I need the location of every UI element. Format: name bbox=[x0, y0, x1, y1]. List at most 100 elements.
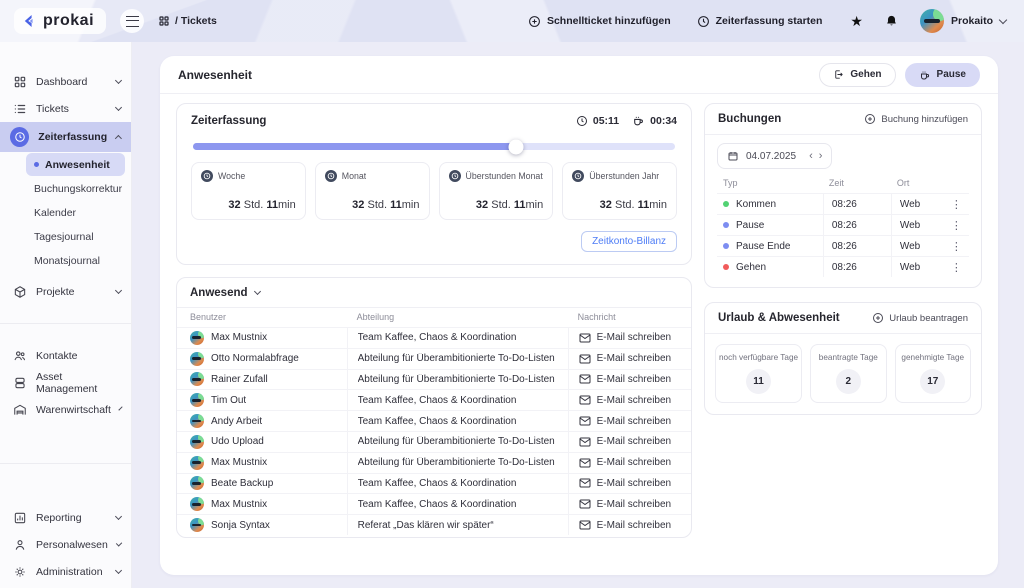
hamburger-icon bbox=[126, 16, 139, 27]
email-link[interactable]: E-Mail schreiben bbox=[579, 353, 671, 364]
envelope-icon bbox=[579, 437, 591, 447]
chevron-down-icon[interactable] bbox=[253, 288, 260, 295]
email-link[interactable]: E-Mail schreiben bbox=[579, 457, 671, 468]
table-row: Max Mustnix Team Kaffee, Chaos & Koordin… bbox=[177, 493, 691, 514]
sidebar-subitem-anwesenheit[interactable]: Anwesenheit bbox=[26, 153, 125, 176]
email-link[interactable]: E-Mail schreiben bbox=[579, 332, 671, 343]
exit-door-icon bbox=[833, 69, 844, 80]
buchung-ort: Web bbox=[891, 215, 944, 235]
row-menu-icon[interactable]: ⋮ bbox=[944, 240, 969, 253]
chevron-down-icon bbox=[115, 103, 122, 110]
sidebar-item-dashboard[interactable]: Dashboard bbox=[0, 68, 131, 95]
prev-day-icon[interactable]: ‹ bbox=[809, 151, 813, 162]
clock-icon bbox=[325, 170, 337, 182]
urlaub-stat-value: 17 bbox=[920, 369, 945, 394]
menu-toggle-button[interactable] bbox=[120, 9, 144, 33]
sidebar-item-label: Personalwesen bbox=[36, 539, 108, 551]
slider-knob[interactable] bbox=[508, 139, 523, 154]
department: Abteilung für Überambitionierte To-Do-Li… bbox=[358, 353, 555, 364]
email-link[interactable]: E-Mail schreiben bbox=[579, 374, 671, 385]
user-name: Udo Upload bbox=[211, 436, 264, 447]
sidebar-item-zeiterfassung[interactable]: Zeiterfassung bbox=[0, 122, 131, 152]
chevron-down-icon bbox=[999, 15, 1007, 23]
urlaub-beantragen-button[interactable]: Urlaub beantragen bbox=[872, 312, 968, 324]
sidebar-item-warenwirtschaft[interactable]: Warenwirtschaft bbox=[0, 396, 131, 423]
time-progress-slider[interactable] bbox=[193, 143, 675, 150]
avatar bbox=[190, 414, 204, 428]
sidebar-item-kontakte[interactable]: Kontakte bbox=[0, 342, 131, 369]
user-name: Max Mustnix bbox=[211, 457, 267, 468]
email-link[interactable]: E-Mail schreiben bbox=[579, 520, 671, 531]
column-nachricht: Nachricht bbox=[568, 312, 691, 322]
sidebar-divider bbox=[0, 323, 131, 324]
sidebar-item-asset-management[interactable]: Asset Management bbox=[0, 369, 131, 396]
email-link[interactable]: E-Mail schreiben bbox=[579, 436, 671, 447]
buchungen-table-header: Typ Zeit Ort bbox=[717, 178, 969, 193]
start-timer-button[interactable]: Zeiterfassung starten bbox=[697, 15, 823, 28]
quick-ticket-button[interactable]: Schnellticket hinzufügen bbox=[528, 15, 671, 28]
page-title: Anwesenheit bbox=[178, 68, 252, 82]
buchung-typ: Pause Ende bbox=[736, 241, 791, 252]
envelope-icon bbox=[579, 354, 591, 364]
envelope-icon bbox=[579, 499, 591, 509]
sidebar-subitem-buchungskorrektur[interactable]: Buchungskorrektur bbox=[26, 177, 125, 200]
sidebar-item-label: Kontakte bbox=[36, 350, 121, 362]
chevron-down-icon bbox=[118, 406, 122, 410]
avatar bbox=[190, 497, 204, 511]
zeitkonto-bilanz-button[interactable]: Zeitkonto-Billanz bbox=[581, 231, 677, 252]
column-typ: Typ bbox=[717, 178, 823, 188]
email-link[interactable]: E-Mail schreiben bbox=[579, 395, 671, 406]
gehen-button[interactable]: Gehen bbox=[819, 63, 895, 87]
avatar bbox=[190, 435, 204, 449]
sidebar-item-tickets[interactable]: Tickets bbox=[0, 95, 131, 122]
user-menu[interactable]: Prokaito bbox=[920, 9, 1006, 33]
avatar bbox=[190, 476, 204, 490]
department: Abteilung für Überambitionierte To-Do-Li… bbox=[358, 457, 555, 468]
buchungen-title: Buchungen bbox=[718, 113, 781, 125]
add-buchung-button[interactable]: Buchung hinzufügen bbox=[864, 113, 968, 125]
breadcrumb[interactable]: / Tickets bbox=[158, 15, 217, 27]
logo-text: prokai bbox=[43, 12, 94, 30]
coffee-cup-icon bbox=[632, 114, 645, 127]
envelope-icon bbox=[579, 374, 591, 384]
sidebar-item-label: Zeiterfassung bbox=[38, 131, 107, 143]
pause-button[interactable]: Pause bbox=[905, 63, 980, 87]
stat-box: Monat 32 Std. 11min bbox=[315, 162, 430, 220]
tickets-icon bbox=[13, 102, 27, 116]
sidebar-subitem-label: Buchungskorrektur bbox=[34, 183, 122, 195]
envelope-icon bbox=[579, 478, 591, 488]
sidebar-subitem-kalender[interactable]: Kalender bbox=[26, 201, 125, 224]
email-link[interactable]: E-Mail schreiben bbox=[579, 478, 671, 489]
slider-fill bbox=[193, 143, 516, 150]
calendar-icon bbox=[727, 150, 739, 162]
stat-value: 32 Std. 11min bbox=[449, 199, 544, 211]
row-menu-icon[interactable]: ⋮ bbox=[944, 261, 969, 274]
table-row: Beate Backup Team Kaffee, Chaos & Koordi… bbox=[177, 473, 691, 494]
sidebar-subitem-tagesjournal[interactable]: Tagesjournal bbox=[26, 225, 125, 248]
next-day-icon[interactable]: › bbox=[819, 151, 823, 162]
dashboard-grid-icon bbox=[158, 15, 170, 27]
sidebar-item-administration[interactable]: Administration bbox=[0, 558, 131, 585]
email-link[interactable]: E-Mail schreiben bbox=[579, 499, 671, 510]
row-menu-icon[interactable]: ⋮ bbox=[944, 198, 969, 211]
notifications-bell-icon[interactable] bbox=[885, 14, 898, 28]
column-benutzer: Benutzer bbox=[177, 312, 347, 322]
logo[interactable]: prokai bbox=[14, 8, 106, 34]
dashboard-icon bbox=[13, 75, 27, 89]
zeiterfassung-title: Zeiterfassung bbox=[191, 115, 266, 127]
sidebar-item-reporting[interactable]: Reporting bbox=[0, 504, 131, 531]
table-row: Pause 08:26 Web ⋮ bbox=[717, 214, 969, 235]
urlaub-stats: noch verfügbare Tage 11 beantragte Tage … bbox=[705, 334, 981, 414]
sidebar-subitem-monatsjournal[interactable]: Monatsjournal bbox=[26, 249, 125, 272]
favorites-star-icon[interactable]: ★ bbox=[850, 13, 863, 30]
sidebar-item-projekte[interactable]: Projekte bbox=[0, 278, 131, 305]
email-link[interactable]: E-Mail schreiben bbox=[579, 416, 671, 427]
urlaub-stat-box: genehmigte Tage 17 bbox=[895, 344, 971, 403]
chevron-down-icon bbox=[116, 540, 123, 547]
row-menu-icon[interactable]: ⋮ bbox=[944, 219, 969, 232]
prokai-logo-icon bbox=[22, 13, 38, 29]
department: Abteilung für Überambitionierte To-Do-Li… bbox=[358, 436, 555, 447]
sidebar-item-personalwesen[interactable]: Personalwesen bbox=[0, 531, 131, 558]
buchung-zeit: 08:26 bbox=[823, 257, 891, 277]
date-picker[interactable]: 04.07.2025 ‹› bbox=[717, 143, 832, 169]
